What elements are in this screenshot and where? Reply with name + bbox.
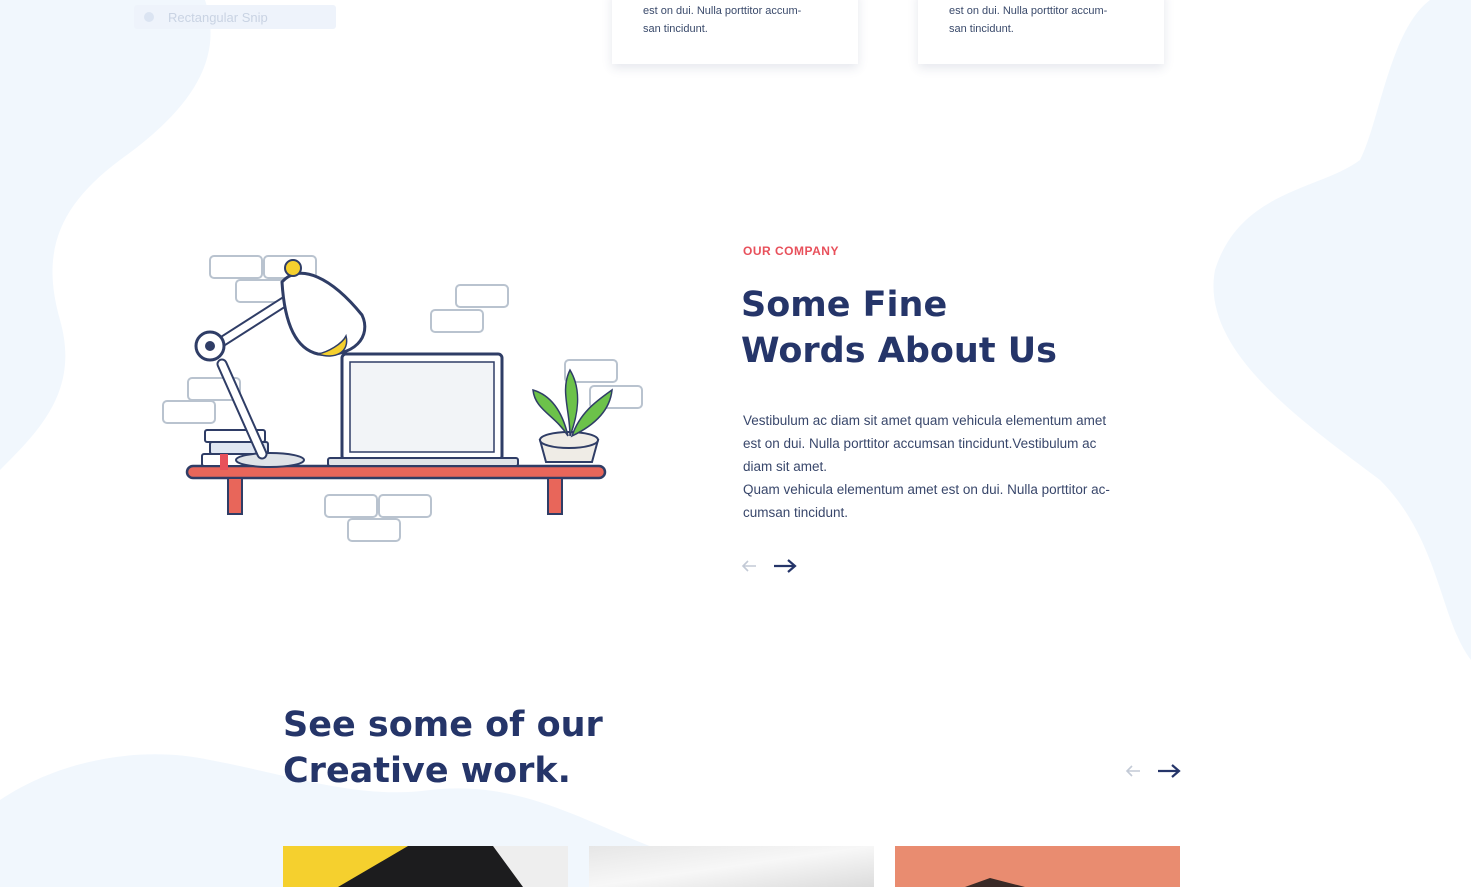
- snip-label: Rectangular Snip: [168, 9, 268, 25]
- section-title: Some Fine Words About Us: [741, 285, 1058, 371]
- service-card-text: est on dui. Nulla porttitor accum- san t…: [643, 5, 802, 35]
- work-prev-button[interactable]: [1124, 760, 1142, 782]
- arrow-left-icon: [741, 560, 756, 572]
- service-card: est on dui. Nulla porttitor accum- san t…: [612, 0, 858, 64]
- arrow-left-icon: [1125, 765, 1140, 777]
- service-card-text: est on dui. Nulla porttitor accum- san t…: [949, 5, 1108, 35]
- work-thumb-yellow[interactable]: [283, 846, 568, 887]
- work-section-title: See some of our Creative work.: [283, 705, 603, 791]
- service-card: est on dui. Nulla porttitor accum- san t…: [918, 0, 1164, 64]
- snip-mode-icon: [144, 12, 154, 22]
- section-eyebrow: OUR COMPANY: [743, 244, 839, 258]
- section-paragraph: Vestibulum ac diam sit amet quam vehicul…: [743, 413, 1110, 520]
- arrow-right-icon: [774, 559, 797, 573]
- work-thumb-grey[interactable]: [589, 846, 874, 887]
- arrow-right-icon: [1158, 764, 1181, 778]
- work-next-button[interactable]: [1156, 760, 1182, 782]
- work-slider-controls: [1124, 760, 1182, 782]
- about-slider-controls: [740, 555, 798, 577]
- about-next-button[interactable]: [772, 555, 798, 577]
- work-thumb-coral[interactable]: [895, 846, 1180, 887]
- snip-tool-pill[interactable]: Rectangular Snip: [134, 5, 336, 29]
- about-prev-button[interactable]: [740, 555, 758, 577]
- desk-illustration: [162, 255, 643, 542]
